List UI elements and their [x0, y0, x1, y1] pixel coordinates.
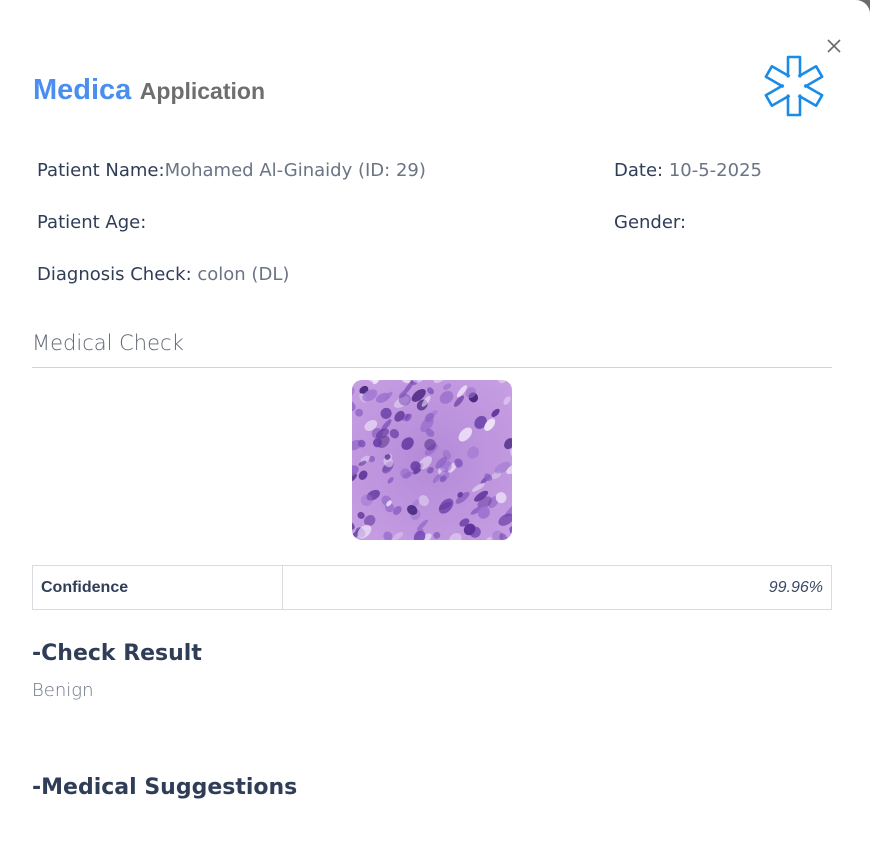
date-value: 10-5-2025: [663, 160, 762, 181]
patient-name-value: Mohamed Al-Ginaidy (ID: 29): [164, 160, 426, 181]
confidence-value: 99.96%: [768, 578, 823, 596]
patient-name-label: Patient Name:: [37, 160, 165, 181]
brand-primary: Medica: [33, 74, 132, 106]
date-field: Date: 10-5-2025: [614, 160, 762, 181]
confidence-label: Confidence: [33, 566, 283, 609]
histology-scan-image: [352, 380, 512, 540]
patient-name-field: Patient Name:Mohamed Al-Ginaidy (ID: 29): [37, 160, 426, 181]
diagnosis-value: colon (DL): [191, 264, 290, 285]
patient-age-label: Patient Age:: [37, 212, 147, 233]
diagnosis-label: Diagnosis Check:: [37, 264, 192, 285]
check-result-heading: -Check Result: [32, 641, 202, 666]
result-modal: Medica Application Patient Name:Mohamed …: [0, 0, 870, 855]
brand-title: Medica Application: [33, 74, 265, 107]
medical-check-title: Medical Check: [32, 331, 184, 355]
medical-suggestions-heading: -Medical Suggestions: [32, 775, 298, 800]
brand-secondary: Application: [139, 78, 266, 104]
confidence-table: Confidence 99.96%: [32, 565, 832, 610]
diagnosis-field: Diagnosis Check: colon (DL): [37, 264, 289, 285]
section-divider: [32, 367, 832, 368]
patient-age-field: Patient Age:: [37, 212, 146, 233]
date-label: Date:: [614, 160, 664, 181]
gender-field: Gender:: [614, 212, 686, 233]
close-icon[interactable]: [825, 37, 843, 55]
gender-label: Gender:: [614, 212, 687, 233]
check-result-value: Benign: [32, 680, 94, 701]
star-of-life-icon: [762, 54, 826, 118]
